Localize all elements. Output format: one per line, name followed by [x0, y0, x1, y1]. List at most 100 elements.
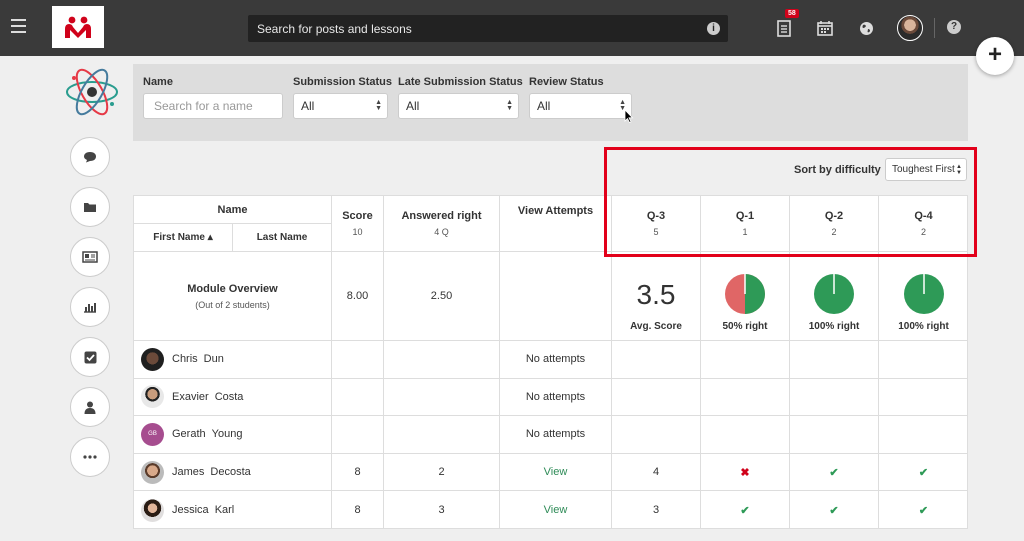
submission-status-label: Submission Status	[293, 76, 393, 88]
student-q3-value: 4	[652, 466, 660, 479]
module-overview: Module Overview (Out of 2 students)	[134, 252, 332, 341]
q2-summary-label: 100% right	[808, 321, 860, 332]
global-search: i	[248, 15, 728, 42]
correct-icon: ✔	[829, 504, 839, 517]
brand-logo[interactable]	[52, 6, 104, 48]
student-attempts-cell: View	[500, 453, 612, 492]
student-last-name[interactable]: Decosta	[210, 466, 250, 478]
atom-icon	[64, 64, 120, 120]
avg-score-label: Avg. Score	[630, 321, 682, 332]
student-q1-cell: ✔	[701, 491, 790, 529]
student-q4-cell	[879, 379, 968, 417]
student-first-name[interactable]: Exavier	[172, 391, 209, 403]
student-score-value: 8	[354, 504, 361, 517]
select-arrows-icon: ▲ ▼	[956, 164, 962, 176]
student-score-cell	[332, 378, 384, 417]
student-avatar	[141, 460, 164, 484]
student-name-cell: Exavier Costa	[134, 378, 332, 417]
student-name-cell: GB Gerath Young	[134, 416, 332, 454]
calendar-icon[interactable]	[814, 17, 836, 39]
answered-header[interactable]: Answered right 4 Q	[384, 196, 500, 252]
correct-icon: ✔	[918, 466, 929, 479]
student-q4-cell	[879, 341, 968, 379]
question-header-4[interactable]: Q-4 2	[879, 196, 968, 252]
question-label: Q-4	[914, 210, 933, 222]
overview-answered: 2.50	[384, 252, 500, 341]
question-header-1[interactable]: Q-3 5	[612, 196, 701, 252]
student-answered-cell	[384, 378, 500, 417]
q2-summary: 100% right	[790, 252, 879, 341]
hamburger-icon[interactable]	[11, 19, 26, 33]
pie-slice	[745, 274, 765, 314]
globe-icon[interactable]	[855, 17, 877, 39]
answered-header-label: Answered right	[401, 210, 482, 222]
top-navigation-bar: i 58 ?	[0, 0, 1024, 56]
student-first-name[interactable]: Jessica	[172, 504, 209, 516]
folder-icon[interactable]	[70, 187, 110, 227]
sort-select[interactable]: Toughest First ▲ ▼	[885, 158, 967, 181]
help-icon[interactable]: ?	[947, 20, 961, 34]
grades-table: Name First Name ▴ Last Name Score 10 Ans…	[133, 195, 968, 529]
student-first-name[interactable]: Chris	[172, 353, 198, 365]
student-attempts-value: No attempts	[525, 390, 586, 403]
question-header-2[interactable]: Q-1 1	[701, 196, 790, 252]
review-status-select[interactable]: All ▲ ▼	[529, 93, 632, 119]
notification-badge: 58	[785, 9, 799, 18]
student-score-cell	[332, 341, 384, 379]
info-icon[interactable]: i	[707, 22, 720, 35]
question-label: Q-1	[735, 210, 755, 222]
student-last-name[interactable]: Young	[212, 428, 243, 440]
newspaper-icon[interactable]	[70, 237, 110, 277]
review-status-label: Review Status	[529, 76, 604, 88]
user-icon[interactable]	[70, 387, 110, 427]
last-name-header[interactable]: Last Name	[233, 224, 332, 252]
student-q3-cell: 4	[612, 453, 701, 492]
name-header: Name	[134, 196, 332, 224]
student-q3-cell: 3	[612, 491, 701, 529]
late-submission-value: All	[406, 99, 420, 113]
avg-score-cell: 3.5 Avg. Score	[612, 252, 701, 341]
student-first-name[interactable]: Gerath	[172, 428, 206, 440]
bar-chart-icon[interactable]	[70, 287, 110, 327]
question-header-3[interactable]: Q-2 2	[790, 196, 879, 252]
correct-icon: ✔	[918, 504, 929, 517]
overview-attempts	[500, 252, 612, 341]
late-submission-select[interactable]: All ▲ ▼	[398, 93, 519, 119]
view-attempts-link[interactable]: View	[544, 466, 568, 478]
student-name-cell: Chris Dun	[134, 341, 332, 379]
student-name-cell: James Decosta	[134, 453, 332, 492]
student-answered-cell: 2	[384, 453, 500, 492]
checkbox-icon[interactable]	[70, 337, 110, 377]
student-last-name[interactable]: Karl	[215, 504, 235, 516]
search-input[interactable]	[248, 15, 698, 42]
student-q3-cell	[612, 341, 701, 379]
student-avatar	[141, 385, 164, 409]
student-q2-cell: ✔	[790, 491, 879, 529]
wrong-icon: ✖	[740, 466, 750, 479]
review-status-value: All	[537, 99, 551, 113]
score-header[interactable]: Score 10	[332, 196, 384, 252]
student-attempts-cell: View	[500, 491, 612, 529]
correct-icon: ✔	[829, 466, 839, 479]
view-attempts-link[interactable]: View	[544, 504, 568, 516]
name-search-input[interactable]	[143, 93, 283, 119]
user-avatar[interactable]	[897, 15, 923, 41]
document-icon[interactable]	[773, 17, 795, 39]
student-score-cell: 8	[332, 491, 384, 529]
more-icon[interactable]	[70, 437, 110, 477]
student-first-name[interactable]: James	[172, 466, 204, 478]
add-button[interactable]: +	[976, 37, 1014, 75]
student-attempts-cell: No attempts	[500, 341, 612, 379]
student-last-name[interactable]: Dun	[204, 353, 224, 365]
chat-icon[interactable]	[70, 137, 110, 177]
q1-pie-chart	[725, 274, 765, 314]
name-filter-label: Name	[143, 76, 173, 88]
submission-status-select[interactable]: All ▲ ▼	[293, 93, 388, 119]
first-name-header[interactable]: First Name ▴	[134, 224, 233, 252]
student-avatar: GB	[141, 422, 164, 446]
late-submission-label: Late Submission Status	[398, 76, 523, 88]
student-answered-cell	[384, 341, 500, 379]
question-label: Q-2	[824, 210, 844, 222]
student-last-name[interactable]: Costa	[215, 391, 244, 403]
student-avatar	[141, 498, 164, 522]
